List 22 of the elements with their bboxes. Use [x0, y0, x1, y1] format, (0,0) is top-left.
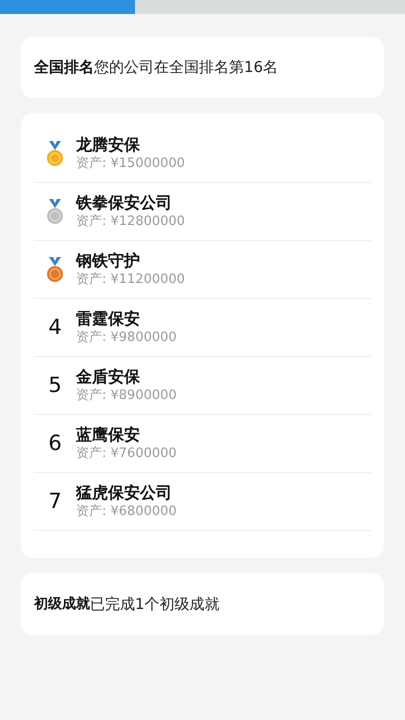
rank-number: 6 — [48, 430, 62, 457]
company-name: 猛虎保安公司 — [76, 483, 173, 503]
company-name: 金盾安保 — [76, 367, 141, 387]
company-assets: 资产: ¥12800000 — [76, 213, 185, 230]
company-name: 龙腾安保 — [76, 135, 141, 155]
rank-text: 您的公司在全国排名第16名 — [94, 57, 278, 78]
company-assets: 资产: ¥15000000 — [76, 155, 185, 172]
rank-number: 4 — [48, 314, 62, 341]
company-assets: 资产: ¥7600000 — [76, 445, 177, 462]
company-assets: 资产: ¥9800000 — [76, 329, 177, 346]
company-name: 铁拳保安公司 — [76, 193, 173, 213]
company-assets: 资产: ¥11200000 — [76, 271, 185, 288]
company-name: 蓝鹰保安 — [76, 425, 141, 445]
rank-label: 全国排名 — [34, 57, 94, 78]
company-assets: 资产: ¥8900000 — [76, 387, 177, 404]
achievement-text: 已完成1个初级成就 — [90, 594, 220, 615]
company-name: 雷霆保安 — [76, 309, 141, 329]
rank-number: 5 — [48, 372, 62, 399]
company-name: 钢铁守护 — [76, 251, 141, 271]
achievement-label: 初级成就 — [34, 594, 90, 614]
company-assets: 资产: ¥6800000 — [76, 503, 177, 520]
rank-number: 7 — [48, 488, 62, 515]
